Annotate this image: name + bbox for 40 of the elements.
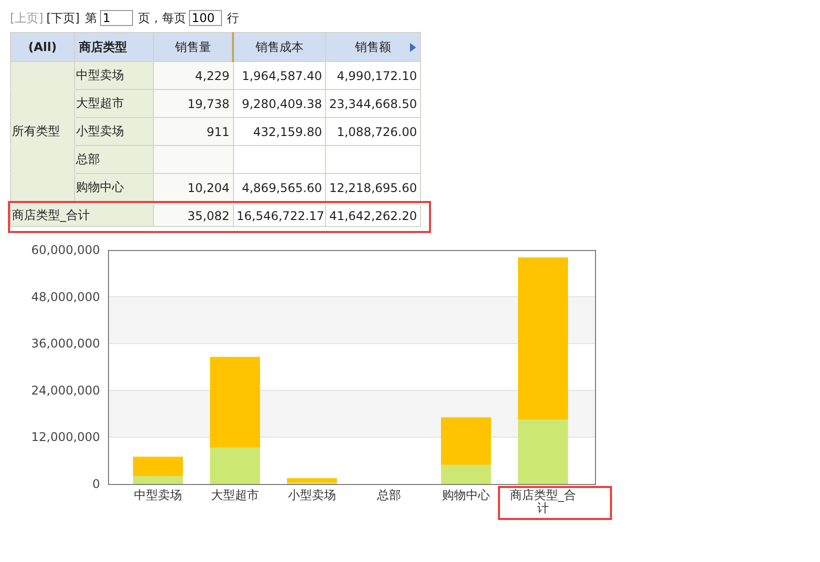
rows-per-page-field[interactable]: 100 bbox=[188, 10, 222, 26]
rows-unit-label: 行 bbox=[226, 10, 239, 26]
row-header-cell: 总部 bbox=[74, 146, 154, 174]
axis-tick-label: 36,000,000 bbox=[31, 336, 100, 351]
next-page-link[interactable]: [下页] bbox=[46, 10, 80, 26]
table-cell: 23,344,668.50 bbox=[326, 90, 420, 118]
column-header[interactable]: 销售额 bbox=[326, 32, 420, 62]
table-cell: 1,964,587.40 bbox=[233, 62, 326, 90]
page-number-field[interactable]: 1 bbox=[100, 10, 133, 26]
table-cell: 911 bbox=[154, 118, 233, 146]
column-header[interactable]: 销售量 bbox=[154, 32, 233, 62]
table-cell: 1,088,726.00 bbox=[326, 118, 420, 146]
column-header[interactable]: 销售成本 bbox=[233, 32, 326, 62]
table-cell: 35,082 bbox=[154, 203, 233, 226]
row-header-cell: 大型超市 bbox=[74, 90, 154, 118]
triangle-right-icon[interactable] bbox=[410, 43, 416, 52]
table-cell: 19,738 bbox=[154, 90, 233, 118]
axis-tick-label: 0 bbox=[92, 477, 100, 491]
axis-category-label: 商店类型_合计 bbox=[509, 489, 577, 515]
axis-tick-label: 60,000,000 bbox=[31, 243, 100, 257]
axis-category-label: 购物中心 bbox=[441, 489, 491, 502]
table-cell: 432,159.80 bbox=[233, 118, 326, 146]
column-header[interactable]: (All) bbox=[10, 32, 74, 62]
row-header-cell: 中型卖场 bbox=[74, 62, 154, 90]
row-header-cell: 小型卖场 bbox=[74, 118, 154, 146]
row-group-cell: 所有类型 bbox=[10, 118, 74, 146]
axis-category-label: 大型超市 bbox=[210, 489, 260, 502]
axis-category-label: 中型卖场 bbox=[133, 489, 183, 502]
table-cell: 4,990,172.10 bbox=[326, 62, 420, 90]
total-row-label: 商店类型_合计 bbox=[10, 203, 154, 226]
column-header[interactable]: 商店类型 bbox=[74, 32, 154, 62]
rows-per-page-label: 页，每页 bbox=[138, 10, 186, 26]
axis-category-label: 小型卖场 bbox=[287, 489, 337, 502]
axis-tick-label: 48,000,000 bbox=[31, 290, 100, 304]
table-cell: 9,280,409.38 bbox=[233, 90, 326, 118]
page-label: 第 bbox=[84, 10, 97, 26]
axis-tick-label: 24,000,000 bbox=[31, 383, 100, 398]
axis-category-label: 总部 bbox=[376, 489, 402, 502]
table-cell: 4,229 bbox=[154, 62, 233, 90]
axis-tick-label: 12,000,000 bbox=[31, 430, 100, 444]
